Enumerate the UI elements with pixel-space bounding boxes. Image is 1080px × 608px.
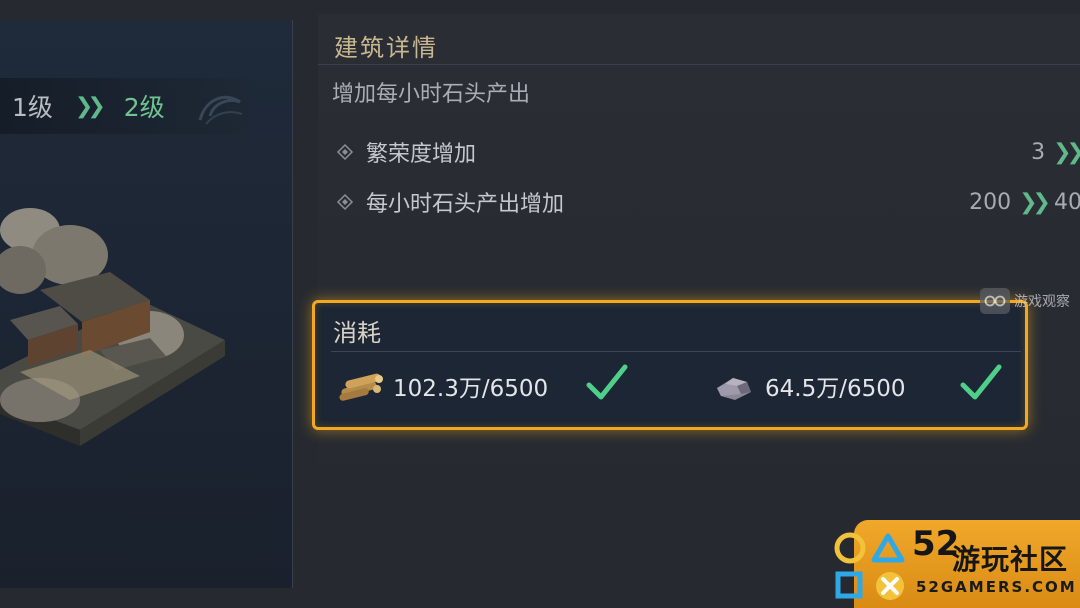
stat-label: 每小时石头产出增加 [366,192,565,217]
divider [318,64,1080,65]
stat-to: 40 [1054,189,1080,215]
current-level: 1级 [12,93,53,122]
logo-name-cn: 游玩社区 [952,543,1069,576]
quarry-building-image [0,208,225,446]
stone-icon [717,378,751,400]
stat-from: 200 [969,189,1012,215]
stat-value: 3 ❯❯ [1031,140,1080,165]
resource-wood: 102.3万/6500 [337,363,548,409]
stat-row-prosperity: 繁荣度增加 3 ❯❯ [336,134,1080,170]
consumption-box: 消耗 102.3万/6500 64.5万/6500 [312,300,1028,430]
details-title: 建筑详情 [334,34,438,62]
check-icon [586,364,628,400]
building-description: 增加每小时石头产出 [332,82,531,107]
stat-from: 3 [1031,139,1046,165]
gamepad-symbols-icon [834,532,905,600]
building-preview-panel: 1级 ❯❯ 2级 [0,20,293,588]
check-icon [960,364,1002,400]
arrow-icon: ❯❯ [1053,139,1080,165]
logo-name-en: 52GAMERS.COM [916,578,1077,596]
site-logo: 52 游玩社区 52GAMERS.COM [832,520,1080,608]
stone-amount: 64.5万/6500 [765,376,906,402]
resource-stone: 64.5万/6500 [713,363,906,409]
wood-icon [339,373,383,401]
divider [331,351,1021,352]
level-arrow-icon: ❯❯ [74,93,106,119]
diamond-bullet-icon [336,143,354,161]
watermark-logo-icon [980,288,1010,314]
watermark-text: 游戏观察 [1014,294,1070,310]
consumption-title: 消耗 [333,319,381,347]
wood-amount: 102.3万/6500 [393,376,549,402]
next-level: 2级 [123,93,165,122]
diamond-bullet-icon [336,193,354,211]
stat-value: 200 ❯❯ 40 [969,190,1080,215]
stat-row-stone-output: 每小时石头产出增加 200 ❯❯ 40 [336,184,1080,220]
watermark: 游戏观察 [980,288,1070,314]
ornament-swirl-icon [198,96,243,125]
arrow-icon: ❯❯ [1019,189,1051,215]
stat-label: 繁荣度增加 [366,142,477,167]
